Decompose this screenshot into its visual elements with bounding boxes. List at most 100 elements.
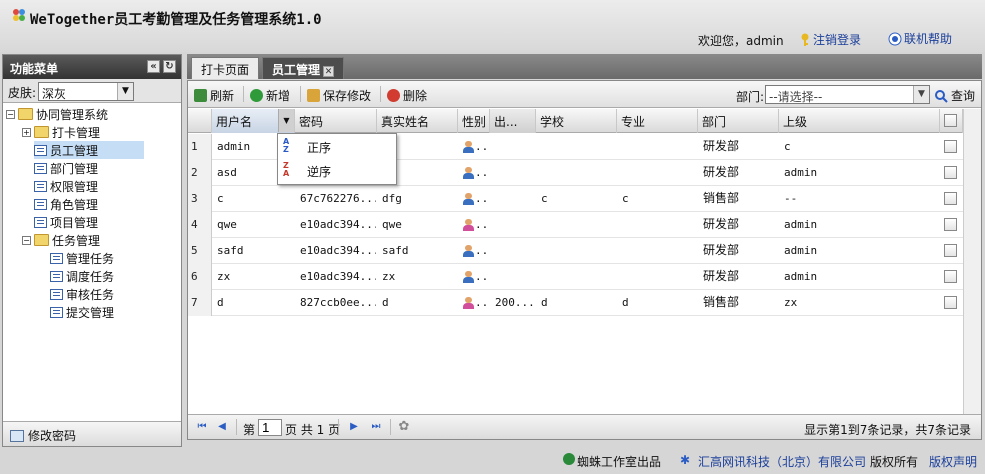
col-header-realname[interactable]: 真实姓名 [377,109,458,133]
save-button[interactable]: 保存修改 [307,87,371,104]
dept-select[interactable]: --请选择-- ▼ [765,85,930,104]
gender-ellipsis: ... [475,270,490,283]
copyright-link[interactable]: 版权声明 [929,453,977,470]
collapse-toggle-icon[interactable]: − [22,235,31,245]
row-checkbox[interactable] [944,244,957,257]
delete-button[interactable]: 删除 [387,87,427,104]
col-header-dept[interactable]: 部门 [698,109,779,133]
chevron-down-icon[interactable]: ▼ [913,86,929,103]
tree-node-dispatch-task[interactable]: 调度任务 [50,267,114,285]
cell-username: zx [217,270,231,283]
tree-node-staff[interactable]: 员工管理 [34,141,144,159]
col-header-school[interactable]: 学校 [536,109,617,133]
logout-link[interactable]: 注销登录 [800,31,861,48]
table-row[interactable]: 7 d 827ccb0ee... d ... 200... d d 销售部 zx [188,290,963,316]
save-icon [307,89,320,102]
female-icon [463,297,474,309]
page-icon [50,306,63,318]
sort-asc-item[interactable]: A Z 正序 [278,135,396,159]
tree-node-task[interactable]: − 任务管理 [22,231,100,249]
row-checkbox[interactable] [944,166,957,179]
table-row[interactable]: 4 qwe e10adc394... qwe ... 研发部 admin [188,212,963,238]
help-link[interactable]: 联机帮助 [888,30,952,47]
company-link[interactable]: 汇高网讯科技（北京）有限公司 [698,453,866,470]
tree-node-submit[interactable]: 提交管理 [50,303,114,321]
page-number-input[interactable] [258,419,282,436]
chevron-down-icon[interactable]: ▼ [117,83,133,100]
gender-ellipsis: ... [475,244,490,257]
row-number-header [188,109,212,133]
col-header-superior[interactable]: 上级 [779,109,940,133]
cell-password: e10adc394... [300,244,376,257]
cell-birth [492,238,536,264]
select-all-checkbox[interactable] [944,114,957,127]
first-page-icon[interactable]: ⏮ [196,421,208,433]
col-header-password[interactable]: 密码 [295,109,377,133]
tree-label: 部门管理 [50,161,99,176]
cell-realname: qwe [382,218,402,231]
expand-toggle-icon[interactable]: + [22,127,31,137]
table-row[interactable]: 6 zx e10adc394... zx ... 研发部 admin [188,264,963,290]
collapse-toggle-icon[interactable]: − [6,109,15,119]
collapse-icon[interactable]: « [147,60,160,73]
cell-superior: zx [784,296,798,309]
tab-punch-page[interactable]: 打卡页面 [191,57,260,79]
table-row[interactable]: 5 safd e10adc394... safd ... 研发部 admin [188,238,963,264]
query-label: 查询 [951,89,976,103]
col-header-username[interactable]: 用户名 ▼ [212,109,295,133]
add-button[interactable]: 新增 [250,87,290,104]
cell-password: 67c762276... [300,192,376,205]
last-page-icon[interactable]: ⏭ [370,421,382,433]
cell-gender: ... [460,160,490,186]
next-page-icon[interactable]: ▶ [348,421,360,433]
row-checkbox[interactable] [944,296,957,309]
sort-asc-label: 正序 [307,140,332,155]
sort-desc-item[interactable]: Z A 逆序 [278,159,396,183]
tree-label: 项目管理 [50,215,99,230]
col-header-birth[interactable]: 出... [490,109,536,133]
sort-desc-label: 逆序 [307,164,332,179]
tree-node-permission[interactable]: 权限管理 [34,177,98,195]
col-header-major[interactable]: 专业 [617,109,698,133]
male-icon [463,193,474,205]
page-icon [34,216,47,228]
page-suffix: 页 共 1 页 [285,423,341,437]
query-button[interactable]: 查询 [934,87,975,104]
cell-dept: 销售部 [703,191,740,205]
tab-staff-management[interactable]: 员工管理 ✕ [262,57,345,79]
cell-birth [492,134,536,160]
record-summary: 显示第1到7条记录，共7条记录 [804,423,971,437]
refresh-tree-icon[interactable]: ↻ [163,60,176,73]
cell-school [538,134,616,160]
prev-page-icon[interactable]: ◀ [216,421,228,433]
row-checkbox[interactable] [944,192,957,205]
toolbar-divider [380,86,381,102]
skin-value: 深灰 [42,87,67,101]
male-icon [463,141,474,153]
refresh-button[interactable]: 刷新 [194,87,234,104]
col-label: 学校 [540,115,565,129]
col-label: 密码 [299,115,324,129]
tree-node-project[interactable]: 项目管理 [34,213,98,231]
tree-node-punch[interactable]: + 打卡管理 [22,123,100,141]
grid-header: 用户名 ▼ 密码 真实姓名 性别 出... 学校 专业 部门 上级 [188,109,963,133]
row-checkbox[interactable] [944,270,957,283]
folder-open-icon [34,234,49,246]
row-checkbox[interactable] [944,140,957,153]
tree-node-dept[interactable]: 部门管理 [34,159,98,177]
tree-node-manage-task[interactable]: 管理任务 [50,249,114,267]
close-icon[interactable]: ✕ [323,66,335,77]
tree-node-role[interactable]: 角色管理 [34,195,98,213]
cell-dept: 研发部 [703,269,740,283]
tree-node-root[interactable]: − 协同管理系统 [6,105,108,123]
skin-select[interactable]: 深灰 ▼ [38,82,134,101]
table-row[interactable]: 3 c 67c762276... dfg ... c c 销售部 -- [188,186,963,212]
cell-superior: c [784,140,791,153]
reload-icon[interactable]: ✿ [398,420,410,433]
grid-scrollbar[interactable] [963,109,981,414]
tree-node-review-task[interactable]: 审核任务 [50,285,114,303]
change-password-link[interactable]: 修改密码 [10,427,76,444]
row-checkbox[interactable] [944,218,957,231]
col-header-gender[interactable]: 性别 [458,109,490,133]
column-menu-icon[interactable]: ▼ [278,109,294,132]
